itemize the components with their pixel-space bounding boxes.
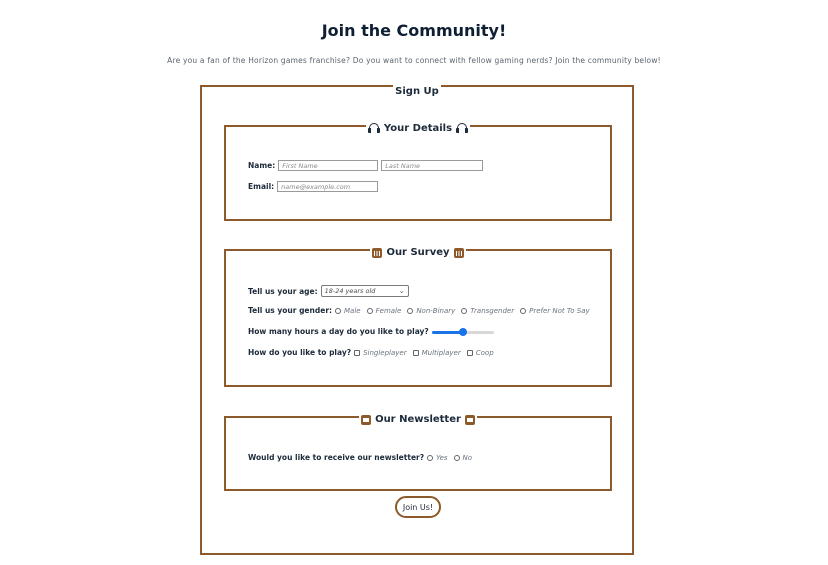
hours-row: How many hours a day do you like to play…	[248, 327, 494, 336]
age-select[interactable]: 18-24 years old ⌄	[320, 285, 409, 297]
gender-option-prefer-not: Prefer Not To Say	[529, 306, 590, 315]
email-label: Email:	[248, 182, 275, 191]
gender-radio-prefer-not[interactable]	[520, 307, 527, 314]
page-title: Join the Community!	[321, 21, 507, 40]
page-intro: Are you a fan of the Horizon games franc…	[167, 56, 661, 65]
last-name-input[interactable]: Last Name	[381, 160, 484, 171]
play-option-singleplayer: Singleplayer	[363, 348, 407, 357]
email-input[interactable]: name@example.com	[277, 181, 379, 192]
name-row: Name: First Name Last Name	[248, 160, 484, 171]
newsletter-row: Would you like to receive our newsletter…	[248, 453, 475, 462]
gender-radio-female[interactable]	[366, 307, 373, 314]
gender-option-transgender: Transgender	[470, 306, 515, 315]
gender-option-male: Male	[344, 306, 361, 315]
play-label: How do you like to play?	[248, 348, 352, 357]
gender-radio-transgender[interactable]	[461, 307, 468, 314]
survey-legend: Our Survey	[386, 247, 450, 258]
gender-label: Tell us your gender:	[248, 306, 333, 315]
hours-label: How many hours a day do you like to play…	[248, 327, 429, 336]
email-row: Email: name@example.com	[248, 181, 379, 192]
signup-legend: Sign Up	[395, 86, 439, 97]
headphones-icon	[367, 123, 380, 134]
gender-option-female: Female	[375, 306, 402, 315]
gender-row: Tell us your gender: Male Female Non-Bin…	[248, 306, 593, 315]
name-label: Name:	[248, 161, 276, 170]
envelope-icon	[464, 415, 475, 425]
bar-chart-icon	[453, 248, 464, 258]
age-label: Tell us your age:	[248, 286, 318, 296]
headphones-icon	[456, 123, 469, 134]
play-checkbox-coop[interactable]	[466, 349, 473, 356]
bar-chart-icon	[372, 248, 383, 258]
age-select-value: 18-24 years old	[324, 286, 376, 295]
chevron-down-icon: ⌄	[398, 286, 405, 295]
play-option-coop: Coop	[475, 348, 494, 357]
newsletter-question: Would you like to receive our newsletter…	[248, 453, 425, 462]
gender-option-non-binary: Non-Binary	[416, 306, 456, 315]
newsletter-option-no: No	[462, 453, 473, 462]
hours-slider[interactable]	[431, 327, 494, 336]
envelope-icon	[361, 415, 372, 425]
gender-radio-male[interactable]	[335, 307, 342, 314]
age-row: Tell us your age: 18-24 years old ⌄	[248, 285, 409, 297]
play-row: How do you like to play? Singleplayer Mu…	[248, 348, 497, 357]
play-option-multiplayer: Multiplayer	[421, 348, 461, 357]
newsletter-fieldset: Our Newsletter Would you like to receive…	[224, 413, 612, 491]
newsletter-option-yes: Yes	[436, 453, 448, 462]
signup-fieldset: Sign Up Your Details Name: First Name La…	[200, 85, 634, 555]
gender-radio-non-binary[interactable]	[407, 307, 414, 314]
slider-thumb[interactable]	[458, 327, 467, 336]
newsletter-radio-no[interactable]	[453, 454, 460, 461]
first-name-input[interactable]: First Name	[278, 160, 379, 171]
play-checkbox-multiplayer[interactable]	[412, 349, 419, 356]
join-us-button[interactable]: Join Us!	[395, 496, 441, 518]
details-fieldset: Your Details Name: First Name Last Name …	[224, 121, 612, 221]
details-legend: Your Details	[383, 122, 453, 134]
survey-fieldset: Our Survey Tell us your age: 18-24 years…	[224, 246, 612, 387]
newsletter-legend: Our Newsletter	[375, 414, 461, 425]
newsletter-radio-yes[interactable]	[427, 454, 434, 461]
play-checkbox-singleplayer[interactable]	[354, 349, 361, 356]
